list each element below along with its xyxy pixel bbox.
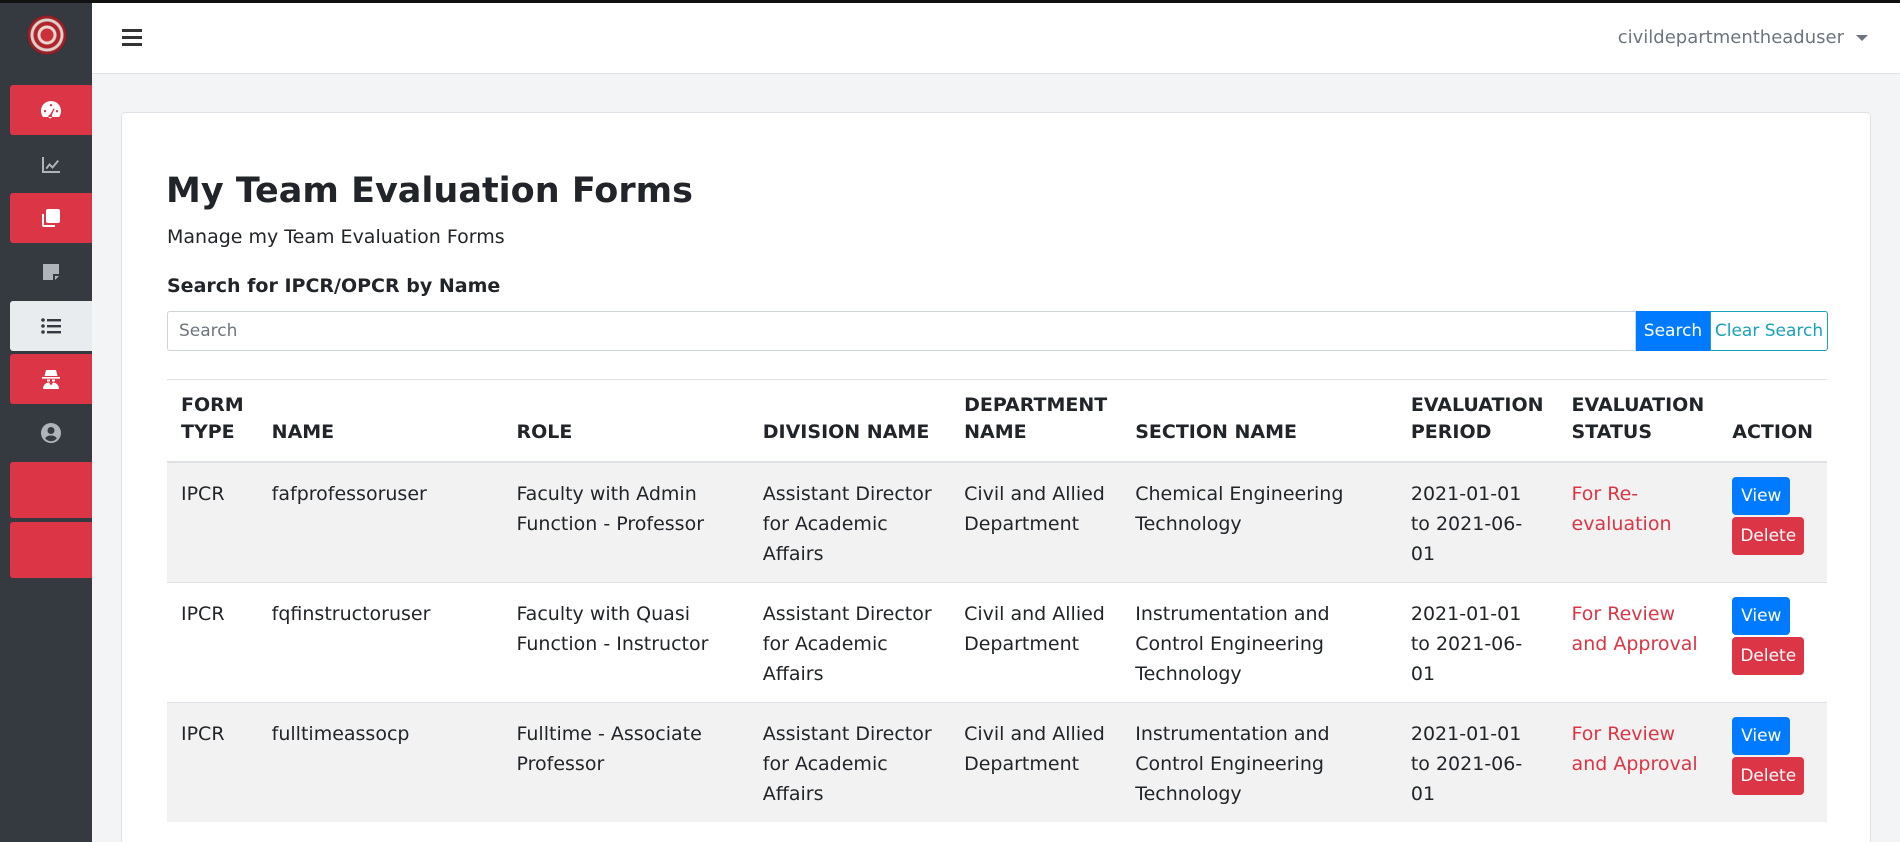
cell-role: Faculty with Admin Function - Professor: [502, 461, 749, 583]
cell-division: Assistant Director for Academic Affairs: [748, 461, 951, 583]
cell-section: Instrumentation and Control Engineering …: [1121, 702, 1397, 822]
column-header-department: DEPARTMENT NAME: [950, 379, 1122, 463]
column-header-action: ACTION: [1718, 379, 1827, 463]
column-header-form-type: FORM TYPE: [167, 379, 258, 463]
table-row: IPCR fulltimeassocp Fulltime - Associate…: [167, 702, 1827, 822]
sidebar-item-notes[interactable]: [10, 247, 92, 297]
sidebar-item-reports[interactable]: [10, 140, 92, 190]
column-header-division: DIVISION NAME: [748, 379, 951, 463]
sidebar-item-team-forms[interactable]: [10, 301, 92, 351]
page-subtitle: Manage my Team Evaluation Forms: [167, 226, 505, 248]
main-card: My Team Evaluation Forms Manage my Team …: [121, 112, 1871, 842]
view-button[interactable]: View: [1732, 477, 1791, 515]
cell-role: Faculty with Quasi Function - Instructor: [502, 582, 749, 703]
column-header-name: NAME: [257, 379, 503, 463]
user-secret-icon: [42, 370, 60, 389]
institution-logo: [27, 15, 67, 55]
cell-evaluation-status: For Re-evaluation: [1557, 461, 1719, 583]
cell-name: fqfinstructoruser: [257, 582, 503, 703]
column-header-section: SECTION NAME: [1121, 379, 1397, 463]
search-input[interactable]: [167, 311, 1636, 351]
chart-line-icon: [42, 157, 60, 173]
cell-action: View Delete: [1718, 461, 1827, 583]
sticky-note-icon: [43, 264, 59, 280]
caret-down-icon: [1856, 34, 1868, 41]
cell-section: Instrumentation and Control Engineering …: [1121, 582, 1397, 703]
table-row: IPCR fqfinstructoruser Faculty with Quas…: [167, 582, 1827, 703]
cell-form-type: IPCR: [167, 461, 258, 583]
table-header-row: FORM TYPE NAME ROLE DIVISION NAME DEPART…: [167, 379, 1827, 463]
menu-toggle-icon[interactable]: [122, 29, 142, 47]
sidebar-item-profile[interactable]: [10, 408, 92, 458]
sidebar-item-extra-2[interactable]: [10, 522, 92, 578]
cell-evaluation-period: 2021-01-01 to 2021-06-01: [1396, 582, 1558, 703]
cell-division: Assistant Director for Academic Affairs: [748, 702, 951, 822]
cell-section: Chemical Engineering Technology: [1121, 461, 1397, 583]
delete-button[interactable]: Delete: [1732, 757, 1805, 795]
cell-division: Assistant Director for Academic Affairs: [748, 582, 951, 703]
search-button[interactable]: Search: [1636, 311, 1710, 351]
column-header-role: ROLE: [502, 379, 749, 463]
evaluation-forms-table: FORM TYPE NAME ROLE DIVISION NAME DEPART…: [167, 379, 1827, 822]
clear-search-button[interactable]: Clear Search: [1710, 311, 1828, 351]
cell-form-type: IPCR: [167, 702, 258, 822]
sidebar: [0, 0, 92, 842]
view-button[interactable]: View: [1732, 597, 1791, 635]
page-title: My Team Evaluation Forms: [166, 171, 693, 211]
cell-role: Fulltime - Associate Professor: [502, 702, 749, 822]
sidebar-item-dashboard[interactable]: [10, 85, 92, 135]
user-dropdown[interactable]: civildepartmentheaduser: [1618, 27, 1868, 48]
top-navbar: civildepartmentheaduser: [92, 3, 1900, 74]
search-bar: Search Clear Search: [167, 311, 1828, 351]
cell-name: fulltimeassocp: [257, 702, 503, 822]
delete-button[interactable]: Delete: [1732, 517, 1805, 555]
delete-button[interactable]: Delete: [1732, 637, 1805, 675]
column-header-evaluation-status: EVALUATION STATUS: [1557, 379, 1719, 463]
cell-evaluation-status: For Review and Approval: [1557, 582, 1719, 703]
cell-department: Civil and Allied Department: [950, 461, 1122, 583]
cell-form-type: IPCR: [167, 582, 258, 703]
cell-action: View Delete: [1718, 702, 1827, 822]
view-button[interactable]: View: [1732, 717, 1791, 755]
cell-action: View Delete: [1718, 582, 1827, 703]
window-top-border: [0, 0, 1900, 3]
username-label: civildepartmentheaduser: [1617, 27, 1844, 48]
sidebar-item-user-management[interactable]: [10, 354, 92, 404]
user-circle-icon: [41, 423, 61, 443]
sidebar-item-forms[interactable]: [10, 193, 92, 243]
list-icon: [41, 318, 61, 334]
cell-evaluation-period: 2021-01-01 to 2021-06-01: [1396, 461, 1558, 583]
cell-evaluation-period: 2021-01-01 to 2021-06-01: [1396, 702, 1558, 822]
search-label: Search for IPCR/OPCR by Name: [167, 275, 501, 297]
column-header-evaluation-period: EVALUATION PERIOD: [1396, 379, 1558, 463]
sidebar-item-extra-1[interactable]: [10, 462, 92, 518]
dashboard-gauge-icon: [41, 101, 61, 119]
cell-department: Civil and Allied Department: [950, 702, 1122, 822]
cell-name: fafprofessoruser: [257, 461, 503, 583]
table-row: IPCR fafprofessoruser Faculty with Admin…: [167, 461, 1827, 583]
copy-icon: [42, 209, 60, 227]
cell-evaluation-status: For Review and Approval: [1557, 702, 1719, 822]
cell-department: Civil and Allied Department: [950, 582, 1122, 703]
